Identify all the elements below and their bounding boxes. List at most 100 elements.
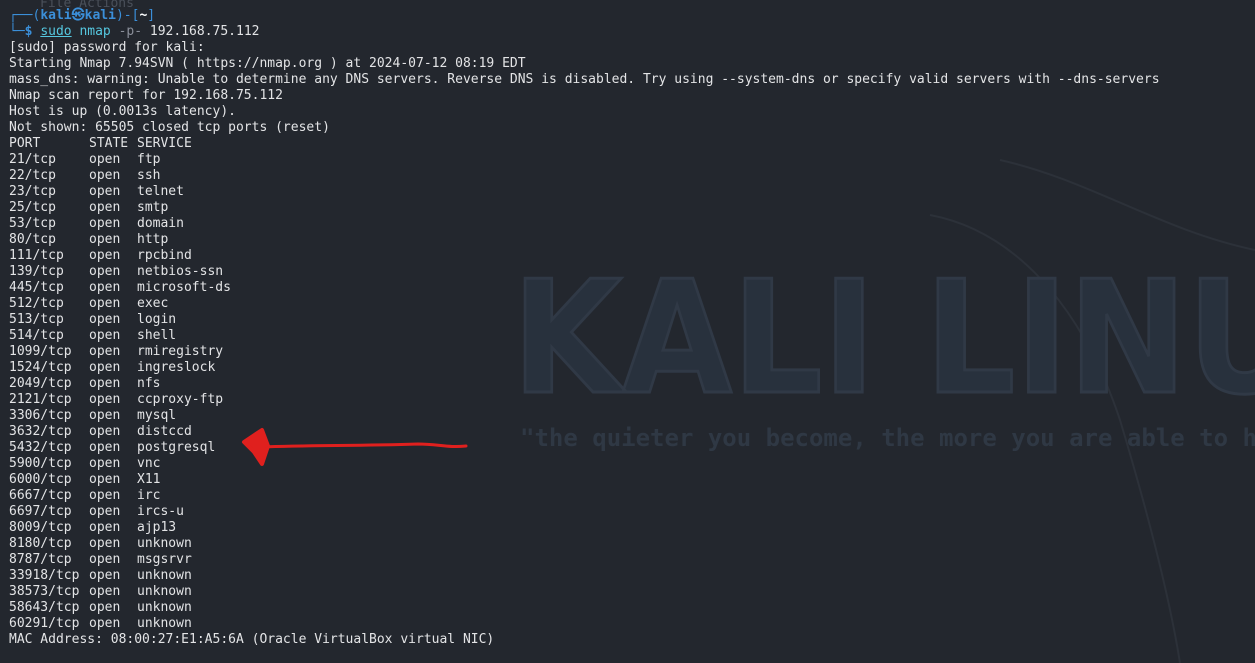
port-service: unknown bbox=[137, 616, 192, 631]
port-row: 512/tcp open exec bbox=[9, 296, 168, 312]
port-number: 23/tcp bbox=[9, 184, 56, 199]
port-state: open bbox=[89, 552, 121, 567]
port-service: microsoft-ds bbox=[137, 280, 231, 295]
port-service: domain bbox=[137, 216, 184, 231]
watermark-logo-text: KALI LINUX bbox=[512, 247, 1255, 429]
port-state: open bbox=[89, 168, 121, 183]
port-number: 6000/tcp bbox=[9, 472, 72, 487]
port-number: 1524/tcp bbox=[9, 360, 72, 375]
port-service: postgresql bbox=[137, 440, 216, 455]
port-row: 6000/tcp open X11 bbox=[9, 472, 160, 488]
starting-line: Starting Nmap 7.94SVN ( https://nmap.org… bbox=[9, 56, 526, 71]
prompt-line-1: ┌──(kali㉿kali)-[~] bbox=[9, 8, 155, 24]
port-service: irc bbox=[137, 488, 161, 503]
port-row: 445/tcp open microsoft-ds bbox=[9, 280, 231, 296]
port-state: open bbox=[89, 488, 121, 503]
scan-report-line: Nmap scan report for 192.168.75.112 bbox=[9, 88, 283, 103]
port-state: open bbox=[89, 584, 121, 599]
port-service: smtp bbox=[137, 200, 169, 215]
port-service: vnc bbox=[137, 456, 161, 471]
port-row: 6667/tcp open irc bbox=[9, 488, 160, 504]
port-number: 3632/tcp bbox=[9, 424, 72, 439]
port-number: 22/tcp bbox=[9, 168, 56, 183]
port-row: 23/tcp open telnet bbox=[9, 184, 184, 200]
port-service: X11 bbox=[137, 472, 161, 487]
mass-dns-warning: mass_dns: warning: Unable to determine a… bbox=[9, 72, 1160, 87]
port-state: open bbox=[89, 408, 121, 423]
port-state: open bbox=[89, 504, 121, 519]
terminal-window[interactable]: KALI LINUX "the quieter you become, the … bbox=[0, 0, 1255, 663]
port-number: 25/tcp bbox=[9, 200, 56, 215]
port-service: netbios-ssn bbox=[137, 264, 224, 279]
port-row: 514/tcp open shell bbox=[9, 328, 176, 344]
port-service: ftp bbox=[137, 152, 161, 167]
port-state: open bbox=[89, 472, 121, 487]
port-number: 111/tcp bbox=[9, 248, 64, 263]
port-service: ajp13 bbox=[137, 520, 177, 535]
command-flag: -p- bbox=[118, 24, 143, 39]
port-number: 139/tcp bbox=[9, 264, 64, 279]
command-line[interactable]: └─$ sudo nmap -p- 192.168.75.112 bbox=[9, 24, 259, 40]
port-state: open bbox=[89, 312, 121, 327]
port-state: open bbox=[89, 424, 121, 439]
port-number: 80/tcp bbox=[9, 232, 56, 247]
port-state: open bbox=[89, 264, 121, 279]
port-service: distccd bbox=[137, 424, 192, 439]
dragon-curve bbox=[929, 214, 1181, 663]
port-service: unknown bbox=[137, 600, 192, 615]
port-row: 5900/tcp open vnc bbox=[9, 456, 160, 472]
sudo-prompt: [sudo] password for kali: bbox=[9, 40, 205, 55]
port-state: open bbox=[89, 184, 121, 199]
port-number: 5432/tcp bbox=[9, 440, 72, 455]
port-number: 60291/tcp bbox=[9, 616, 80, 631]
not-shown-line: Not shown: 65505 closed tcp ports (reset… bbox=[9, 120, 330, 135]
port-row: 6697/tcp open ircs-u bbox=[9, 504, 184, 520]
header-port: PORT bbox=[9, 136, 41, 151]
header-state: STATE bbox=[89, 136, 129, 151]
port-service: rmiregistry bbox=[137, 344, 224, 359]
port-state: open bbox=[89, 360, 121, 375]
red-arrow-annotation bbox=[242, 428, 468, 466]
port-row: 1524/tcp open ingreslock bbox=[9, 360, 215, 376]
port-state: open bbox=[89, 248, 121, 263]
port-number: 38573/tcp bbox=[9, 584, 80, 599]
port-state: open bbox=[89, 280, 121, 295]
prompt-close: ] bbox=[147, 8, 156, 23]
port-number: 445/tcp bbox=[9, 280, 64, 295]
port-state: open bbox=[89, 536, 121, 551]
port-row: 513/tcp open login bbox=[9, 312, 176, 328]
port-state: open bbox=[89, 440, 121, 455]
port-service: unknown bbox=[137, 568, 192, 583]
port-row: 2121/tcp open ccproxy-ftp bbox=[9, 392, 223, 408]
prompt-separator: )-[ bbox=[115, 8, 140, 23]
port-state: open bbox=[89, 152, 121, 167]
port-number: 513/tcp bbox=[9, 312, 64, 327]
host-up-line: Host is up (0.0013s latency). bbox=[9, 104, 236, 119]
port-state: open bbox=[89, 568, 121, 583]
port-row: 25/tcp open smtp bbox=[9, 200, 168, 216]
port-service: shell bbox=[137, 328, 177, 343]
port-service: exec bbox=[137, 296, 169, 311]
port-number: 512/tcp bbox=[9, 296, 64, 311]
port-number: 21/tcp bbox=[9, 152, 56, 167]
port-state: open bbox=[89, 200, 121, 215]
port-row: 8787/tcp open msgsrvr bbox=[9, 552, 192, 568]
port-number: 3306/tcp bbox=[9, 408, 72, 423]
port-number: 5900/tcp bbox=[9, 456, 72, 471]
port-number: 33918/tcp bbox=[9, 568, 80, 583]
port-state: open bbox=[89, 232, 121, 247]
port-state: open bbox=[89, 328, 121, 343]
port-row: 33918/tcp open unknown bbox=[9, 568, 192, 584]
port-number: 2121/tcp bbox=[9, 392, 72, 407]
command-sudo: sudo bbox=[40, 24, 72, 39]
port-service: telnet bbox=[137, 184, 184, 199]
command-target: 192.168.75.112 bbox=[149, 24, 260, 39]
port-row: 1099/tcp open rmiregistry bbox=[9, 344, 223, 360]
arrow-shaft bbox=[260, 442, 468, 449]
prompt-user: kali bbox=[40, 8, 72, 23]
port-number: 58643/tcp bbox=[9, 600, 80, 615]
port-number: 514/tcp bbox=[9, 328, 64, 343]
port-number: 6697/tcp bbox=[9, 504, 72, 519]
port-row: 58643/tcp open unknown bbox=[9, 600, 192, 616]
watermark-tagline: "the quieter you become, the more you ar… bbox=[520, 424, 1255, 452]
